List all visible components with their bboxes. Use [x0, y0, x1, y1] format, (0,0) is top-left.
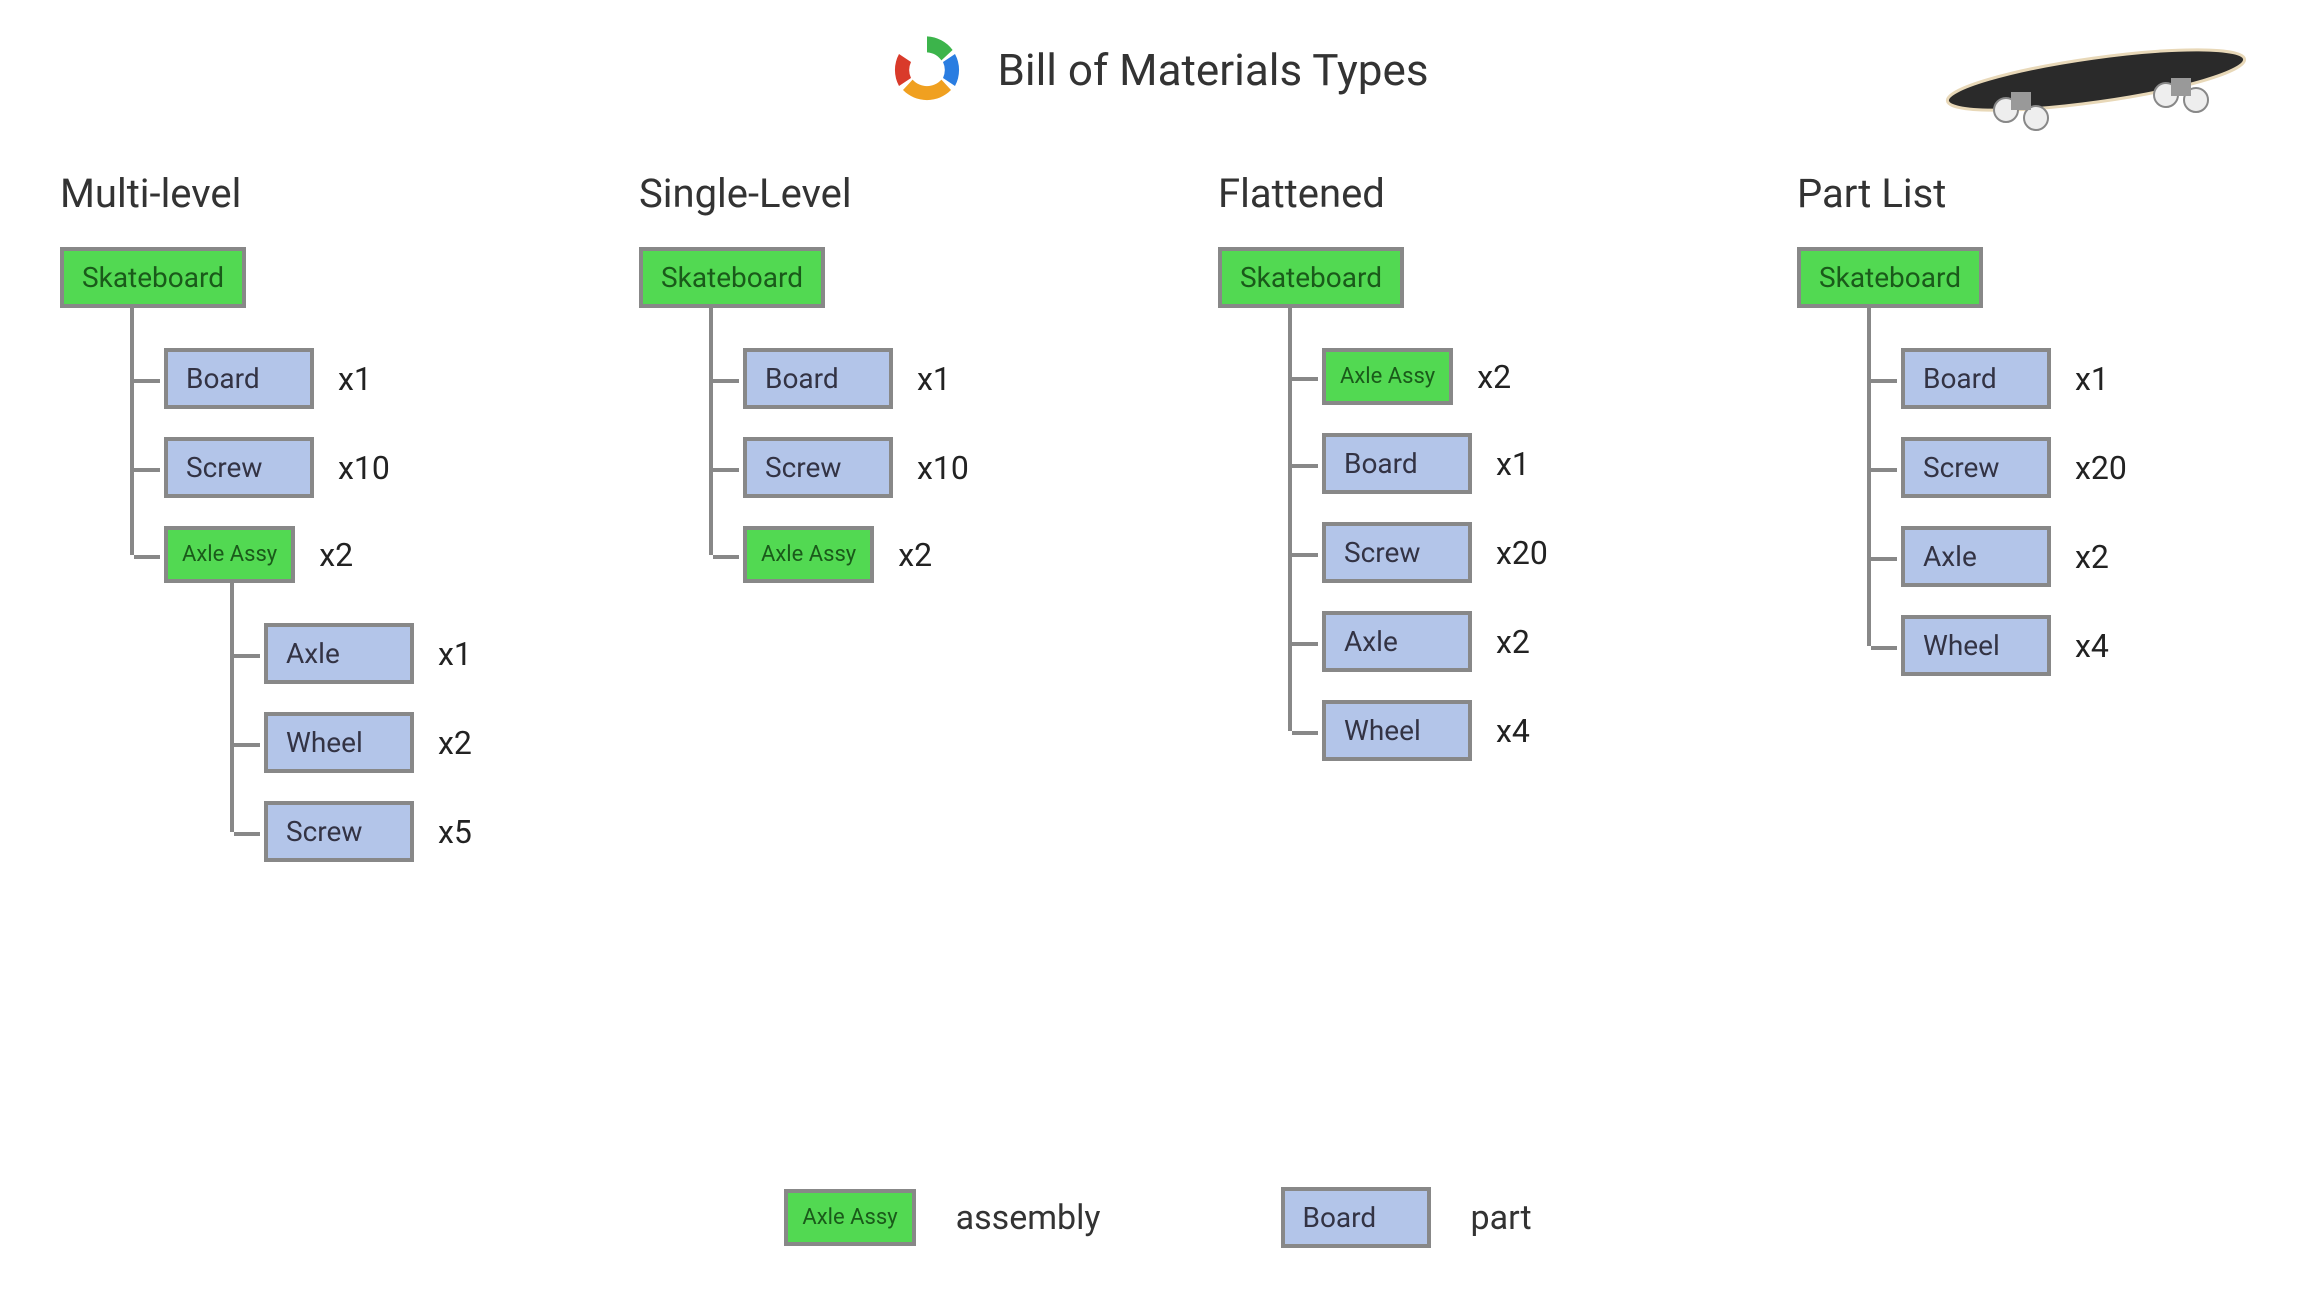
tree-children: Board x1 Screw x10 Axle Assy x2 — [130, 308, 519, 583]
node-part: Board — [1322, 433, 1472, 494]
tree: Skateboard Board x1 Screw x10 Axle Assy … — [60, 247, 519, 862]
tree-node: Axle x2 — [1292, 611, 1677, 672]
node-qty: x1 — [1496, 445, 1530, 483]
page-title: Bill of Materials Types — [997, 44, 1428, 96]
node-qty: x1 — [2075, 360, 2109, 398]
column-title: Single-Level — [639, 170, 1098, 217]
node-qty: x2 — [319, 536, 353, 574]
tree-node: Screw x5 — [234, 801, 519, 862]
legend-swatch-assembly: Axle Assy — [784, 1189, 915, 1246]
tree: Skateboard Board x1 Screw x20 Axle x2 Wh… — [1797, 247, 2256, 676]
tree-node: Screw x20 — [1292, 522, 1677, 583]
column-title: Flattened — [1218, 170, 1677, 217]
tree: Skateboard Board x1 Screw x10 Axle Assy … — [639, 247, 1098, 583]
node-part: Board — [1901, 348, 2051, 409]
tree-node: Board x1 — [1292, 433, 1677, 494]
tree-node: Screw x10 — [134, 437, 519, 498]
node-part: Screw — [164, 437, 314, 498]
node-part: Screw — [1901, 437, 2051, 498]
node-part: Screw — [743, 437, 893, 498]
node-part: Screw — [1322, 522, 1472, 583]
node-qty: x20 — [1496, 534, 1548, 572]
node-qty: x10 — [338, 449, 390, 487]
node-qty: x2 — [1477, 358, 1511, 396]
node-part: Axle — [264, 623, 414, 684]
node-part: Axle — [1322, 611, 1472, 672]
tree-root: Skateboard — [60, 247, 519, 308]
tree-node: Axle Assy x2 — [134, 526, 519, 583]
tree-node: Wheel x4 — [1871, 615, 2256, 676]
tree-grandchildren: Axle x1 Wheel x2 Screw x5 — [230, 583, 519, 862]
node-assembly: Axle Assy — [743, 526, 874, 583]
node-assembly: Skateboard — [1218, 247, 1404, 308]
tree-node: Board x1 — [134, 348, 519, 409]
column-single-level: Single-Level Skateboard Board x1 Screw x… — [639, 170, 1098, 862]
tree-children: Axle Assy x2 Board x1 Screw x20 Axle x2 … — [1288, 308, 1677, 761]
column-multi-level: Multi-level Skateboard Board x1 Screw x1… — [60, 170, 519, 862]
tree-node: Screw x10 — [713, 437, 1098, 498]
column-title: Multi-level — [60, 170, 519, 217]
node-part: Board — [743, 348, 893, 409]
column-flattened: Flattened Skateboard Axle Assy x2 Board … — [1218, 170, 1677, 862]
node-qty: x10 — [917, 449, 969, 487]
columns-container: Multi-level Skateboard Board x1 Screw x1… — [60, 170, 2256, 862]
tree: Skateboard Axle Assy x2 Board x1 Screw x… — [1218, 247, 1677, 761]
column-title: Part List — [1797, 170, 2256, 217]
node-qty: x1 — [438, 635, 472, 673]
tree-node: Wheel x4 — [1292, 700, 1677, 761]
node-part: Screw — [264, 801, 414, 862]
logo-icon — [887, 30, 967, 110]
tree-node: Axle x2 — [1871, 526, 2256, 587]
tree-node: Axle x1 — [234, 623, 519, 684]
node-part: Board — [164, 348, 314, 409]
legend-swatch-part: Board — [1281, 1187, 1431, 1248]
tree-root: Skateboard — [1797, 247, 2256, 308]
node-qty: x4 — [2075, 627, 2109, 665]
node-qty: x20 — [2075, 449, 2127, 487]
node-assembly: Skateboard — [1797, 247, 1983, 308]
node-qty: x2 — [898, 536, 932, 574]
legend-assembly: Axle Assy assembly — [784, 1187, 1100, 1248]
node-assembly: Skateboard — [60, 247, 246, 308]
node-part: Wheel — [264, 712, 414, 773]
tree-node: Axle Assy x2 — [1292, 348, 1677, 405]
node-qty: x2 — [1496, 623, 1530, 661]
tree-children: Board x1 Screw x10 Axle Assy x2 — [709, 308, 1098, 583]
tree-node: Wheel x2 — [234, 712, 519, 773]
tree-node: Screw x20 — [1871, 437, 2256, 498]
node-qty: x1 — [917, 360, 951, 398]
legend-part: Board part — [1281, 1187, 1532, 1248]
tree-node: Board x1 — [713, 348, 1098, 409]
column-part-list: Part List Skateboard Board x1 Screw x20 … — [1797, 170, 2256, 862]
node-part: Wheel — [1322, 700, 1472, 761]
node-qty: x2 — [438, 724, 472, 762]
node-qty: x1 — [338, 360, 372, 398]
node-assembly: Axle Assy — [164, 526, 295, 583]
tree-root: Skateboard — [639, 247, 1098, 308]
node-part: Wheel — [1901, 615, 2051, 676]
tree-node: Axle Assy x2 — [713, 526, 1098, 583]
skateboard-image — [1936, 30, 2256, 150]
node-qty: x4 — [1496, 712, 1530, 750]
node-qty: x2 — [2075, 538, 2109, 576]
tree-children: Board x1 Screw x20 Axle x2 Wheel x4 — [1867, 308, 2256, 676]
node-assembly: Skateboard — [639, 247, 825, 308]
node-part: Axle — [1901, 526, 2051, 587]
tree-root: Skateboard — [1218, 247, 1677, 308]
legend: Axle Assy assembly Board part — [0, 1187, 2316, 1248]
legend-term: assembly — [956, 1198, 1101, 1238]
node-qty: x5 — [438, 813, 472, 851]
tree-node: Board x1 — [1871, 348, 2256, 409]
node-assembly: Axle Assy — [1322, 348, 1453, 405]
legend-term: part — [1471, 1198, 1532, 1238]
